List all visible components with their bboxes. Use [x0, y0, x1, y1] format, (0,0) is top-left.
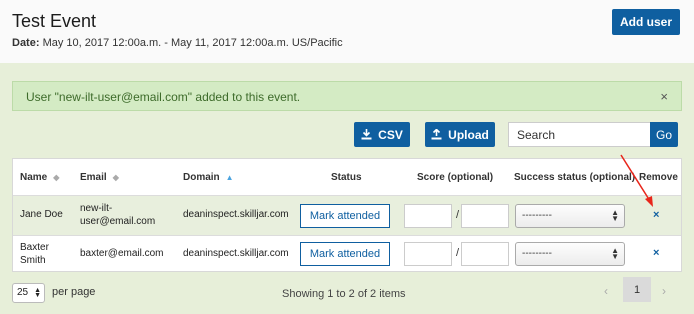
attendee-email: new-ilt- user@email.com — [80, 203, 156, 227]
attendee-domain: deaninspect.skilljar.com — [183, 248, 289, 259]
csv-download-button[interactable]: CSV — [354, 122, 410, 147]
score-separator: / — [456, 247, 460, 259]
max-score-input[interactable] — [461, 204, 509, 228]
add-user-button[interactable]: Add user — [611, 9, 680, 35]
column-header-success: Success status (optional) — [514, 172, 636, 183]
mark-attended-button[interactable]: Mark attended — [300, 204, 390, 228]
select-arrows-icon: ▲ ▼ — [611, 208, 619, 223]
sort-icon: ◆ — [53, 173, 60, 182]
close-icon[interactable]: × — [660, 89, 668, 104]
table-row: Jane Doe new-ilt- user@email.com deanins… — [13, 195, 681, 235]
column-header-domain[interactable]: Domain ▲ — [183, 172, 234, 183]
attendee-name: Jane Doe — [20, 209, 63, 220]
sort-icon: ◆ — [112, 173, 119, 182]
attendee-name: Baxter Smith — [20, 242, 49, 266]
attendee-email: baxter@email.com — [80, 248, 164, 259]
attendees-table: Name ◆ Email ◆ Domain ▲ Status Score (optio… — [12, 158, 682, 272]
score-input[interactable] — [404, 204, 452, 228]
page-title: Test Event — [12, 11, 97, 31]
alert-message: User "new-ilt-user@email.com" added to t… — [26, 90, 301, 104]
date-label: Date: — [12, 37, 40, 49]
upload-icon — [431, 129, 442, 140]
event-header: Test Event Date: May 10, 2017 12:00a.m. … — [0, 0, 694, 63]
select-arrows-icon: ▲ ▼ — [34, 287, 41, 299]
remove-icon[interactable]: × — [653, 247, 659, 259]
date-value: May 10, 2017 12:00a.m. - May 11, 2017 12… — [42, 37, 343, 49]
upload-button[interactable]: Upload — [425, 122, 495, 147]
per-page-label: per page — [52, 286, 96, 298]
column-header-name[interactable]: Name ◆ — [20, 172, 59, 183]
sort-ascending-icon: ▲ — [225, 173, 234, 182]
score-separator: / — [456, 209, 460, 221]
per-page-select[interactable]: 25 ▲ ▼ — [12, 283, 45, 303]
upload-label: Upload — [448, 127, 489, 142]
max-score-input[interactable] — [461, 242, 509, 266]
success-status-select[interactable]: --------- ▲ ▼ — [515, 242, 625, 266]
score-input[interactable] — [404, 242, 452, 266]
next-page-icon[interactable]: › — [662, 284, 666, 298]
search-input[interactable] — [508, 122, 650, 147]
mark-attended-button[interactable]: Mark attended — [300, 242, 390, 266]
column-header-email[interactable]: Email ◆ — [80, 172, 119, 183]
search-go-button[interactable]: Go — [650, 122, 678, 147]
event-date: Date: May 10, 2017 12:00a.m. - May 11, 2… — [12, 37, 343, 49]
previous-page-icon[interactable]: ‹ — [604, 284, 608, 298]
column-header-score: Score (optional) — [417, 172, 494, 183]
download-icon — [361, 129, 372, 140]
success-alert: User "new-ilt-user@email.com" added to t… — [12, 81, 682, 111]
csv-label: CSV — [378, 127, 403, 142]
column-header-status: Status — [331, 172, 362, 183]
pagination-summary: Showing 1 to 2 of 2 items — [282, 288, 406, 300]
table-row: Baxter Smith baxter@email.com deaninspec… — [13, 235, 681, 272]
column-header-remove: Remove — [639, 172, 678, 183]
attendee-domain: deaninspect.skilljar.com — [183, 209, 289, 220]
success-status-select[interactable]: --------- ▲ ▼ — [515, 204, 625, 228]
select-arrows-icon: ▲ ▼ — [611, 246, 619, 261]
remove-icon[interactable]: × — [653, 209, 659, 221]
page-number-current[interactable]: 1 — [623, 277, 651, 302]
